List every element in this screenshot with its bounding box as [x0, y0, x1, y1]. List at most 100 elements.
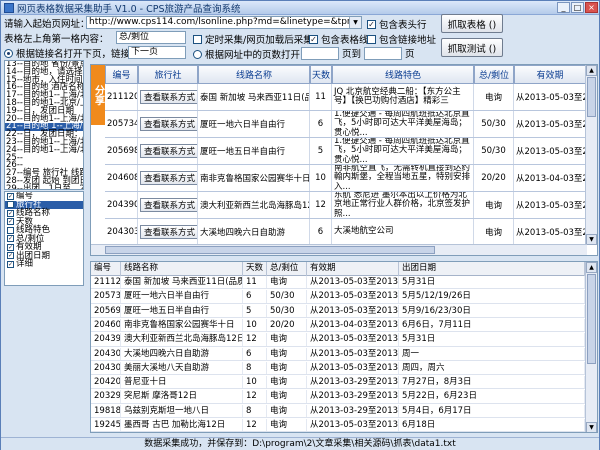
field-checkbox[interactable]: ✓	[7, 235, 14, 243]
result-scroll-thumb[interactable]	[587, 274, 596, 364]
field-checklist[interactable]: ✓ 编号 旅行社 ✓ 线路名称 ✓ 天数 线路特色 ✓ 总/剩位 ✓ 有效期 ✓ 出团日期 ✓ 详细	[4, 191, 84, 286]
mode-link-name-radio[interactable]	[4, 48, 13, 58]
result-scroll-up-icon[interactable]: ▲	[586, 262, 597, 273]
result-cell: 203298	[91, 390, 121, 403]
contact-button[interactable]: 查看联系方式	[140, 198, 197, 212]
preview-cell: 南非航空直飞，无需转机直接到达约翰内斯堡，全程当地五星，特别安排入...	[332, 165, 474, 191]
page-from-input[interactable]	[301, 46, 339, 60]
contact-button[interactable]: 查看联系方式	[140, 117, 197, 131]
result-row[interactable]: 204608南非克鲁格国家公园赛华十日1020/20从2013-04-03至20…	[91, 318, 585, 333]
scroll-up-icon[interactable]: ▲	[586, 65, 597, 76]
field-item[interactable]: ✓ 详细	[5, 260, 83, 269]
preview-cell: 6	[310, 219, 332, 245]
preview-id: 204608	[107, 173, 138, 183]
result-grid[interactable]: 编号线路名称天数总/剩位有效期出团日期 211120泰国 新加坡 马来西亚11日…	[90, 261, 598, 433]
header-cell-input[interactable]: 总/剩位	[116, 31, 186, 44]
result-cell: 厦旺一地六日半自由行	[121, 290, 243, 303]
field-checkbox[interactable]: ✓	[7, 192, 14, 200]
result-column-header[interactable]: 编号	[91, 262, 121, 276]
timed-capture-checkbox[interactable]	[193, 34, 202, 44]
preview-feature: 大溪地航空公司	[334, 226, 394, 237]
include-header-checkbox[interactable]: ✓	[367, 19, 376, 29]
preview-row: 211120查看联系方式泰国 新加坡 马来西亚11日(品质团) 11 JQ 北京航空…	[105, 84, 586, 111]
window-title: 网页表格数据采集助手 V1.0 - CPS旅游产品查询系统	[17, 3, 241, 15]
result-row[interactable]: 204209普尼亚十日10电询从2013-03-29至2013-08-307月2…	[91, 376, 585, 390]
page-end-label: 页	[405, 49, 415, 60]
preview-route: 澳大利亚新西兰北岛海豚岛12日(4星)	[200, 201, 310, 211]
result-cell: 大溪地四晚六日自助游	[121, 347, 243, 360]
preview-horizontal-scrollbar[interactable]	[91, 244, 587, 255]
result-column-header[interactable]: 天数	[243, 262, 267, 276]
result-cell: 乌兹别克斯坦一地八日	[121, 404, 243, 418]
preview-column-header[interactable]: 有效期	[514, 65, 586, 84]
preview-scroll-thumb[interactable]	[587, 77, 596, 117]
preview-cell: 查看联系方式	[138, 138, 198, 164]
web-preview[interactable]: 分享 编号 旅行社 线路名称 天数 线路特色 总/剩位 有效期 211120 查看联系方式 泰国…	[90, 64, 598, 256]
result-cell: 12	[243, 333, 267, 346]
contact-button[interactable]: 查看联系方式	[140, 225, 197, 239]
result-column-header[interactable]: 线路名称	[121, 262, 243, 276]
result-scroll-down-icon[interactable]: ▼	[586, 422, 597, 432]
result-row[interactable]: 204303大溪地四晚六日自助游6电询从2013-05-03至2013-05-3…	[91, 347, 585, 361]
preview-feature: 1.便捷交通 - 每周四航班抵达北京直飞，5小时即可达大平洋美屋海岛；贯心悦..…	[334, 111, 470, 137]
field-checkbox[interactable]	[7, 201, 14, 209]
preview-column-header[interactable]: 天数	[310, 65, 332, 84]
preview-seats: 电询	[484, 93, 502, 103]
field-checkbox[interactable]: ✓	[7, 218, 14, 226]
page-to-input[interactable]	[364, 46, 403, 60]
capture-test-button[interactable]: 抓取测试 ()	[441, 38, 503, 57]
result-vertical-scrollbar[interactable]: ▲ ▼	[585, 262, 597, 432]
preview-column-header[interactable]: 线路特色	[332, 65, 474, 84]
result-column-header[interactable]: 总/剩位	[267, 262, 307, 276]
result-row[interactable]: 205698厦旺一地五日半自由行550/30从2013-05-03至2013-0…	[91, 304, 585, 318]
result-row[interactable]: 211120泰国 新加坡 马来西亚11日(品质团)11电询从2013-05-03…	[91, 276, 585, 290]
url-input[interactable]: http://www.cps114.com/lsonline.php?md=&l…	[86, 16, 362, 29]
preview-hscroll-thumb[interactable]	[105, 246, 435, 254]
result-row[interactable]: 204390澳大利亚新西兰北岛海豚岛12日(4星)12电询从2013-05-03…	[91, 333, 585, 347]
result-column-header[interactable]: 出团日期	[399, 262, 585, 276]
capture-table-button[interactable]: 抓取表格 ()	[441, 14, 503, 33]
preview-cell: 从2013-05-03至2013-05-3	[514, 192, 586, 218]
preview-column-header[interactable]: 编号	[105, 65, 138, 84]
result-row[interactable]: 203298突尼斯 摩洛哥12日12电询从2013-03-29至2013-05-…	[91, 390, 585, 404]
result-cell: 美丽大溪地八天自助游	[121, 361, 243, 375]
field-checkbox[interactable]: ✓	[7, 243, 14, 251]
result-cell: 电询	[267, 276, 307, 289]
result-row[interactable]: 198180乌兹别克斯坦一地八日8电询从2013-03-29至2013-05-3…	[91, 404, 585, 419]
share-tab[interactable]: 分享	[91, 65, 105, 125]
contact-button[interactable]: 查看联系方式	[140, 171, 197, 185]
contact-button[interactable]: 查看联系方式	[140, 144, 197, 158]
preview-column-header[interactable]: 总/剩位	[474, 65, 514, 84]
result-cell: 从2013-03-29至2013-08-30	[307, 376, 399, 389]
field-checkbox[interactable]	[7, 226, 14, 234]
source-log-list[interactable]: 13--目的地 省份/景点.14--目的地，请选择省15--地市，入住时间 集1…	[4, 60, 84, 190]
maximize-icon[interactable]: □	[571, 2, 584, 13]
preview-cell: 厦旺一地六日半自由行	[198, 111, 310, 137]
result-row[interactable]: 204300美丽大溪地八天自助游8电询从2013-05-03至2013-05-3…	[91, 361, 585, 376]
log-line[interactable]: 29--出团，1日至，2日至	[5, 185, 83, 189]
preview-column-header[interactable]: 旅行社	[138, 65, 198, 84]
minimize-icon[interactable]: _	[557, 2, 570, 13]
preview-cell: 厦旺一地五日半自由行	[198, 138, 310, 164]
scroll-down-icon[interactable]: ▼	[586, 234, 597, 245]
close-icon[interactable]: ×	[585, 2, 598, 13]
result-cell: 205734	[91, 290, 121, 303]
result-column-header[interactable]: 有效期	[307, 262, 399, 276]
field-checkbox[interactable]: ✓	[7, 209, 14, 217]
link-name-input[interactable]: 下一页	[128, 46, 186, 59]
preview-cell: 50/30	[474, 111, 514, 137]
result-row[interactable]: 205734厦旺一地六日半自由行650/30从2013-05-03至2013-0…	[91, 290, 585, 304]
result-cell: 厦旺一地五日半自由行	[121, 304, 243, 317]
mode-page-number-radio[interactable]	[193, 49, 202, 59]
preview-column-header[interactable]: 线路名称	[198, 65, 310, 84]
contact-button[interactable]: 查看联系方式	[140, 90, 197, 104]
preview-vertical-scrollbar[interactable]: ▲ ▼	[585, 65, 597, 245]
include-borders-checkbox[interactable]: ✓	[309, 34, 318, 44]
result-cell: 从2013-03-29至2013-05-31	[307, 404, 399, 418]
field-checkbox[interactable]: ✓	[7, 252, 14, 260]
field-checkbox[interactable]: ✓	[7, 260, 14, 268]
preview-days: 6	[317, 227, 324, 237]
include-links-checkbox[interactable]	[367, 34, 376, 44]
result-cell: 周一	[399, 347, 585, 360]
result-row[interactable]: 192450墨西哥 古巴 加勒比海12日12电询从2013-05-03至2013…	[91, 419, 585, 432]
